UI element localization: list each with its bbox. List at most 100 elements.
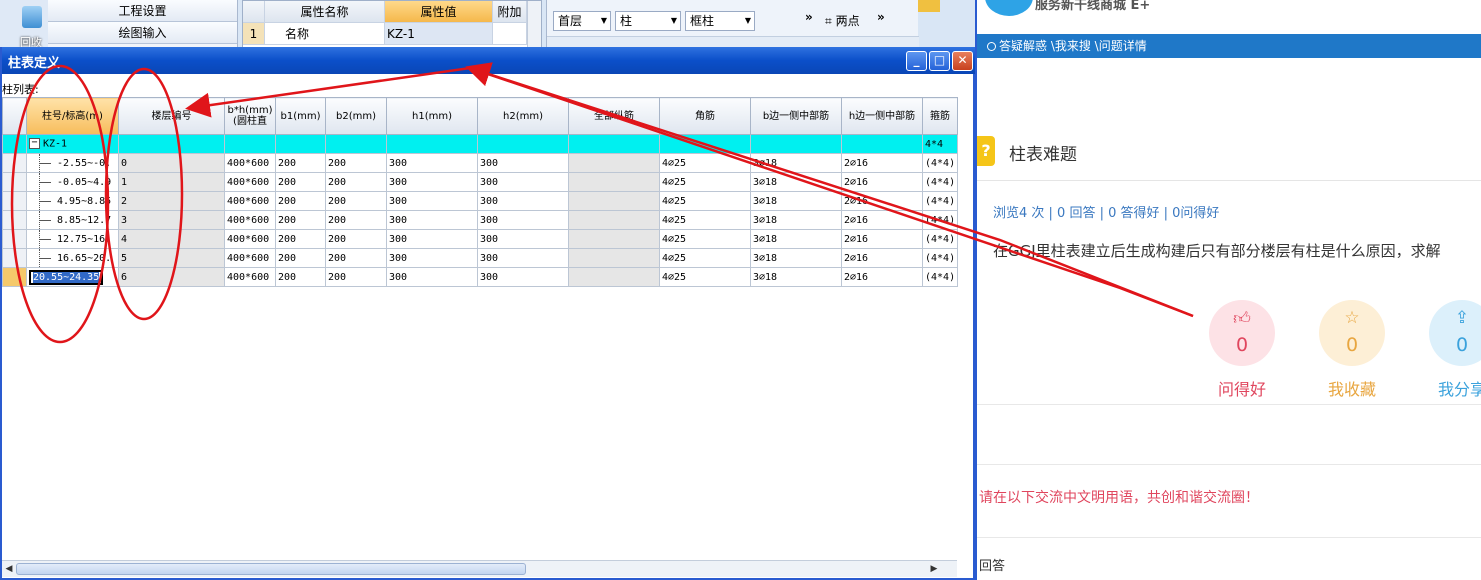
- col-header-b1[interactable]: b1(mm): [275, 97, 326, 135]
- group-cell[interactable]: [386, 134, 478, 154]
- cell-floor[interactable]: 0: [118, 153, 225, 173]
- cell-h1[interactable]: 300: [386, 267, 478, 287]
- cell-stirrup[interactable]: (4*4): [922, 267, 958, 287]
- cell-floor[interactable]: 2: [118, 191, 225, 211]
- prop-grid-scrollbar[interactable]: [527, 1, 541, 47]
- group-cell[interactable]: [477, 134, 569, 154]
- col-header-h2[interactable]: h2(mm): [477, 97, 569, 135]
- cell-b1[interactable]: 200: [275, 191, 326, 211]
- cell-stirrup[interactable]: (4*4): [922, 248, 958, 268]
- cell-b2[interactable]: 200: [325, 210, 387, 230]
- cell-bh[interactable]: 400*600: [224, 172, 276, 192]
- breadcrumb-text[interactable]: 答疑解惑 \我来搜 \问题详情: [999, 39, 1147, 53]
- two-point-button[interactable]: ⌗ 两点: [825, 12, 860, 29]
- elevation-cell[interactable]: 4.95~8.85: [26, 191, 119, 211]
- cell-stirrup[interactable]: (4*4): [922, 191, 958, 211]
- cell-b-mid[interactable]: 3⌀18: [750, 153, 842, 173]
- recycle-bin[interactable]: 回收: [0, 0, 48, 48]
- group-cell[interactable]: [118, 134, 225, 154]
- cell-corner[interactable]: 4⌀25: [659, 248, 751, 268]
- row-header[interactable]: [2, 191, 27, 211]
- cell-bh[interactable]: 400*600: [224, 267, 276, 287]
- cell-b1[interactable]: 200: [275, 229, 326, 249]
- col-header-h1[interactable]: h1(mm): [386, 97, 478, 135]
- group-cell[interactable]: [750, 134, 842, 154]
- group-cell[interactable]: [841, 134, 923, 154]
- cell-b2[interactable]: 200: [325, 191, 387, 211]
- share-button[interactable]: ⇪0 我分享: [1428, 300, 1481, 400]
- maximize-button[interactable]: □: [929, 51, 950, 71]
- table-row[interactable]: -0.05~4.9 1 400*600 200 200 300 300 4⌀25 3⌀18 2⌀1…: [2, 172, 958, 192]
- category-select[interactable]: 柱 ▼: [615, 11, 681, 31]
- close-button[interactable]: ✕: [952, 51, 973, 71]
- like-button[interactable]: 👍︎ 0 问得好: [1208, 300, 1276, 400]
- menu-item-project-settings[interactable]: 工程设置: [48, 0, 237, 22]
- collapse-icon[interactable]: −: [29, 138, 40, 150]
- group-name-cell[interactable]: − KZ-1: [26, 134, 119, 154]
- cell-corner[interactable]: 4⌀25: [659, 191, 751, 211]
- cell-b-mid[interactable]: 3⌀18: [750, 267, 842, 287]
- col-header-h-mid-bars[interactable]: h边一侧中部筋: [841, 97, 923, 135]
- cell-h2[interactable]: 300: [477, 267, 569, 287]
- cell-b-mid[interactable]: 3⌀18: [750, 210, 842, 230]
- cell-b1[interactable]: 200: [275, 248, 326, 268]
- prop-extra-cell[interactable]: [493, 23, 527, 44]
- cell-h2[interactable]: 300: [477, 248, 569, 268]
- elevation-cell[interactable]: 8.85~12.7: [26, 210, 119, 230]
- cell-floor[interactable]: 1: [118, 172, 225, 192]
- cell-bh[interactable]: 400*600: [224, 210, 276, 230]
- cell-b-mid[interactable]: 3⌀18: [750, 172, 842, 192]
- cell-bh[interactable]: 400*600: [224, 153, 276, 173]
- cell-corner[interactable]: 4⌀25: [659, 172, 751, 192]
- group-row[interactable]: − KZ-1 4*4: [2, 134, 958, 154]
- menu-item-drawing-input[interactable]: 绘图输入: [48, 22, 237, 44]
- cell-b-mid[interactable]: 3⌀18: [750, 191, 842, 211]
- col-header-corner-bars[interactable]: 角筋: [659, 97, 751, 135]
- col-header-bh[interactable]: b*h(mm) (圆柱直: [224, 97, 276, 135]
- cell-h1[interactable]: 300: [386, 153, 478, 173]
- cell-h1[interactable]: 300: [386, 229, 478, 249]
- cell-stirrup[interactable]: (4*4): [922, 229, 958, 249]
- cell-b1[interactable]: 200: [275, 172, 326, 192]
- group-cell[interactable]: [325, 134, 387, 154]
- col-header-all-bars[interactable]: 全部纵筋: [568, 97, 660, 135]
- prop-value-cell[interactable]: KZ-1: [385, 23, 493, 44]
- cell-floor[interactable]: 5: [118, 248, 225, 268]
- group-stirrup-cell[interactable]: 4*4: [922, 134, 958, 154]
- scroll-thumb[interactable]: [16, 563, 526, 575]
- favorite-button[interactable]: ☆ 0 我收藏: [1318, 300, 1386, 400]
- dialog-titlebar[interactable]: 柱表定义 _ □ ✕: [2, 47, 975, 74]
- table-row[interactable]: 12.75~16. 4 400*600 200 200 300 300 4⌀25 3⌀18 2⌀1…: [2, 229, 958, 249]
- row-header[interactable]: [2, 172, 27, 192]
- cell-corner[interactable]: 4⌀25: [659, 267, 751, 287]
- cell-b2[interactable]: 200: [325, 248, 387, 268]
- cell-h1[interactable]: 300: [386, 248, 478, 268]
- cell-h-mid[interactable]: 2⌀16: [841, 210, 923, 230]
- row-header[interactable]: [2, 210, 27, 230]
- row-header[interactable]: [2, 153, 27, 173]
- cell-stirrup[interactable]: (4*4): [922, 172, 958, 192]
- cell-bh[interactable]: 400*600: [224, 191, 276, 211]
- col-header-b-mid-bars[interactable]: b边一侧中部筋: [750, 97, 842, 135]
- scroll-right-icon[interactable]: ▶: [927, 562, 941, 576]
- cell-corner[interactable]: 4⌀25: [659, 210, 751, 230]
- cell-bh[interactable]: 400*600: [224, 248, 276, 268]
- cell-h1[interactable]: 300: [386, 172, 478, 192]
- cell-h-mid[interactable]: 2⌀16: [841, 229, 923, 249]
- cell-h2[interactable]: 300: [477, 191, 569, 211]
- elevation-cell[interactable]: 16.65~20.: [26, 248, 119, 268]
- cell-b2[interactable]: 200: [325, 153, 387, 173]
- cell-stirrup[interactable]: (4*4): [922, 210, 958, 230]
- cell-h-mid[interactable]: 2⌀16: [841, 172, 923, 192]
- cell-all[interactable]: [568, 248, 660, 268]
- col-header-elevation[interactable]: 柱号/标高(m): [26, 97, 119, 135]
- minimize-button[interactable]: _: [906, 51, 927, 71]
- cell-h2[interactable]: 300: [477, 229, 569, 249]
- cell-h1[interactable]: 300: [386, 210, 478, 230]
- cell-h1[interactable]: 300: [386, 191, 478, 211]
- cell-h-mid[interactable]: 2⌀16: [841, 267, 923, 287]
- table-row[interactable]: 20.55~24.35 6 400*600 200 200 300 300 4⌀25 3⌀18 2…: [2, 267, 958, 287]
- row-header[interactable]: [2, 229, 27, 249]
- cell-b2[interactable]: 200: [325, 172, 387, 192]
- cell-h-mid[interactable]: 2⌀16: [841, 153, 923, 173]
